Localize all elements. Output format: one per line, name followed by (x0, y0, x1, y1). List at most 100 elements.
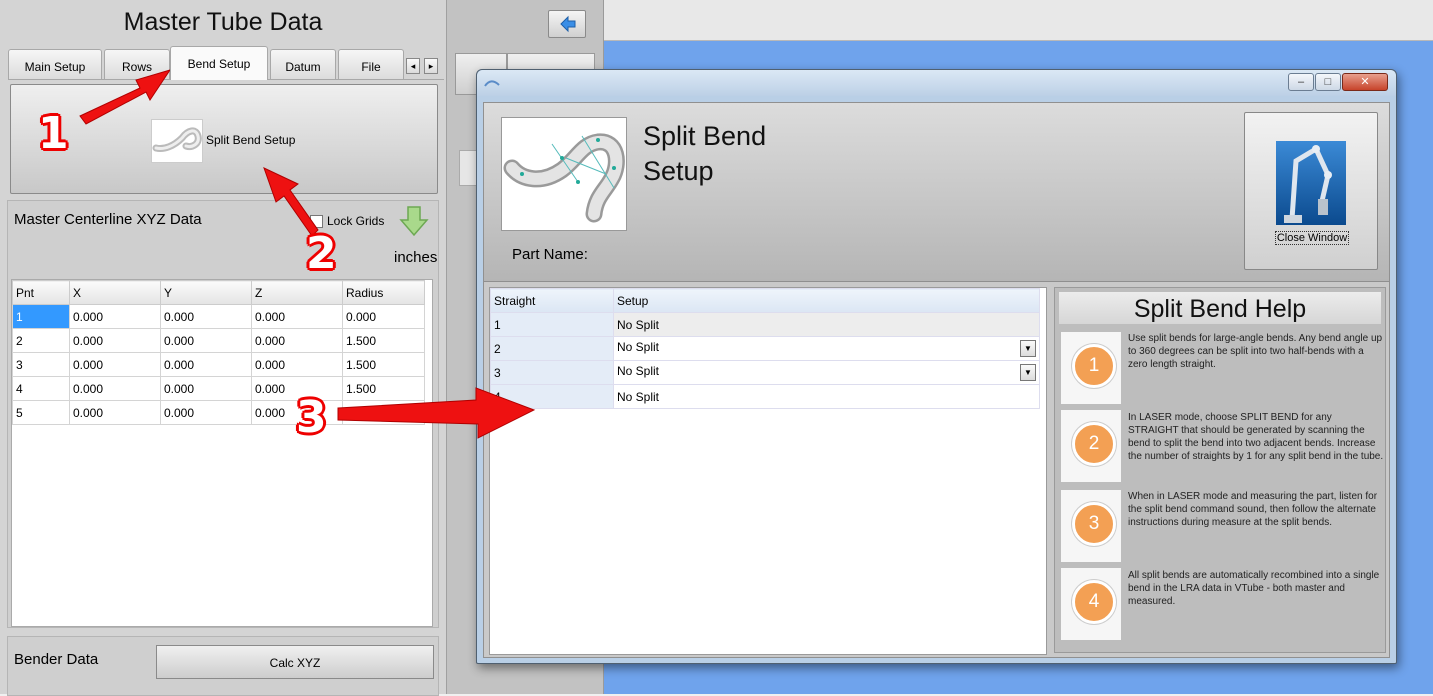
help-step-2-icon: 2 (1061, 410, 1121, 482)
close-button[interactable]: ✕ (1342, 73, 1388, 91)
col-header-x[interactable]: X (69, 280, 161, 305)
help-title: Split Bend Help (1059, 292, 1381, 324)
xyz-data-section: Master Centerline XYZ Data Lock Grids in… (7, 200, 439, 628)
table-row[interactable]: 4 0.000 0.000 0.000 1.500 (12, 376, 425, 401)
split-bend-help-panel: Split Bend Help 1 Use split bends for la… (1054, 287, 1386, 653)
help-step-4-text: All split bends are automatically recomb… (1128, 570, 1380, 607)
xyz-data-grid[interactable]: Pnt X Y Z Radius 1 0.000 0.000 0.000 0.0… (11, 279, 433, 627)
cell-x[interactable]: 0.000 (69, 304, 161, 329)
lock-grids-box[interactable] (310, 215, 323, 229)
table-row[interactable]: 2 0.000 0.000 0.000 1.500 (12, 328, 425, 353)
setup-value: No Split (617, 389, 660, 404)
setup-value: No Split (617, 364, 660, 378)
cell-radius[interactable]: 1.500 (342, 352, 425, 377)
calc-xyz-button[interactable]: Calc XYZ (156, 645, 434, 679)
dialog-title-line2: Setup (643, 156, 714, 186)
close-window-button[interactable]: Close Window (1244, 112, 1378, 270)
bender-data-section: Bender Data Calc XYZ (7, 636, 439, 696)
xyz-header-row: Pnt X Y Z Radius (12, 280, 425, 305)
setup-dropdown[interactable]: No Split ▼ (613, 360, 1040, 385)
back-arrow-icon (560, 15, 576, 33)
split-bend-tube-icon (151, 119, 203, 163)
cell-radius[interactable]: 1.500 (342, 328, 425, 353)
cell-x[interactable]: 0.000 (69, 400, 161, 425)
table-row[interactable]: 1 0.000 0.000 0.000 0.000 (12, 304, 425, 329)
cell-y[interactable]: 0.000 (160, 352, 252, 377)
minimize-button[interactable]: – (1288, 73, 1314, 91)
help-step-1-icon: 1 (1061, 332, 1121, 404)
setup-value: No Split (617, 317, 660, 332)
cell-y[interactable]: 0.000 (160, 376, 252, 401)
cell-setup[interactable]: No Split (613, 384, 1040, 409)
cell-y[interactable]: 0.000 (160, 328, 252, 353)
cell-pnt[interactable]: 4 (12, 376, 70, 401)
cell-x[interactable]: 0.000 (69, 328, 161, 353)
help-step-3-text: When in LASER mode and measuring the par… (1128, 491, 1378, 528)
tab-scroll-right-icon[interactable]: ▸ (424, 58, 438, 74)
cell-x[interactable]: 0.000 (69, 376, 161, 401)
cell-y[interactable]: 0.000 (160, 400, 252, 425)
dialog-title-line1: Split Bend (643, 121, 767, 151)
tab-bend-setup[interactable]: Bend Setup (170, 46, 268, 80)
table-row[interactable]: 1 No Split (490, 312, 1040, 337)
down-arrow-icon[interactable] (398, 205, 430, 237)
lock-grids-label: Lock Grids (327, 214, 385, 228)
split-bend-setup-label: Split Bend Setup (206, 133, 296, 147)
col-header-pnt[interactable]: Pnt (12, 280, 70, 305)
tab-datum[interactable]: Datum (270, 49, 336, 79)
split-bend-setup-button[interactable]: Split Bend Setup (10, 84, 438, 194)
help-step-2-text: In LASER mode, choose SPLIT BEND for any… (1128, 412, 1384, 462)
app-icon (484, 77, 500, 89)
back-button[interactable] (548, 10, 586, 38)
help-step-4-icon: 4 (1061, 568, 1121, 640)
cell-pnt[interactable]: 1 (12, 304, 70, 329)
cell-y[interactable]: 0.000 (160, 304, 252, 329)
lock-grids-checkbox[interactable]: Lock Grids (310, 214, 385, 229)
cell-straight: 4 (490, 384, 614, 409)
cell-pnt[interactable]: 3 (12, 352, 70, 377)
tab-scroll-left-icon[interactable]: ◂ (406, 58, 420, 74)
tab-main-setup[interactable]: Main Setup (8, 49, 102, 79)
tab-file[interactable]: File (338, 49, 404, 79)
cell-straight: 3 (490, 360, 614, 385)
cell-pnt[interactable]: 5 (12, 400, 70, 425)
cell-z[interactable]: 0.000 (251, 328, 343, 353)
table-row[interactable]: 3 No Split ▼ (490, 360, 1040, 385)
cell-radius[interactable]: 1.500 (342, 376, 425, 401)
straight-setup-grid[interactable]: Straight Setup 1 No Split 2 No Split ▼ 3 (489, 287, 1047, 655)
cell-radius[interactable]: 0.000 (342, 304, 425, 329)
close-window-label: Close Window (1275, 231, 1349, 245)
part-name-label: Part Name: (512, 246, 588, 263)
hidden-control[interactable] (459, 150, 477, 186)
cell-z[interactable]: 0.000 (251, 304, 343, 329)
tab-rows[interactable]: Rows (104, 49, 170, 79)
col-header-z[interactable]: Z (251, 280, 343, 305)
table-row[interactable]: 4 No Split (490, 384, 1040, 409)
maximize-button[interactable]: □ (1315, 73, 1341, 91)
col-header-radius[interactable]: Radius (342, 280, 425, 305)
cell-pnt[interactable]: 2 (12, 328, 70, 353)
help-step-1-text: Use split bends for large-angle bends. A… (1128, 333, 1383, 370)
setup-dropdown[interactable]: No Split ▼ (613, 336, 1040, 361)
chevron-down-icon[interactable]: ▼ (1020, 364, 1036, 381)
table-row[interactable]: 3 0.000 0.000 0.000 1.500 (12, 352, 425, 377)
col-header-setup[interactable]: Setup (613, 288, 1040, 313)
cell-x[interactable]: 0.000 (69, 352, 161, 377)
dialog-titlebar[interactable]: – □ ✕ (477, 70, 1396, 96)
col-header-straight[interactable]: Straight (490, 288, 614, 313)
step-number-badge: 2 (1072, 422, 1116, 466)
xyz-table: Pnt X Y Z Radius 1 0.000 0.000 0.000 0.0… (12, 280, 425, 425)
chevron-down-icon[interactable]: ▼ (1020, 340, 1036, 357)
cell-radius[interactable]: 0.000 (342, 400, 425, 425)
table-row[interactable]: 2 No Split ▼ (490, 336, 1040, 361)
cell-setup[interactable]: No Split (613, 312, 1040, 337)
table-row[interactable]: 5 0.000 0.000 0.000 0.000 (12, 400, 425, 425)
cell-z[interactable]: 0.000 (251, 352, 343, 377)
cell-straight: 2 (490, 336, 614, 361)
dialog-client: Split Bend Setup Part Name: Close Window (483, 102, 1390, 658)
col-header-y[interactable]: Y (160, 280, 252, 305)
setup-value: No Split (617, 340, 660, 354)
split-bend-dialog: – □ ✕ Split Bend Setup Part Name: Close … (476, 69, 1397, 664)
background-window-header (604, 0, 1433, 41)
annotation-label-3: 3 (296, 392, 327, 443)
